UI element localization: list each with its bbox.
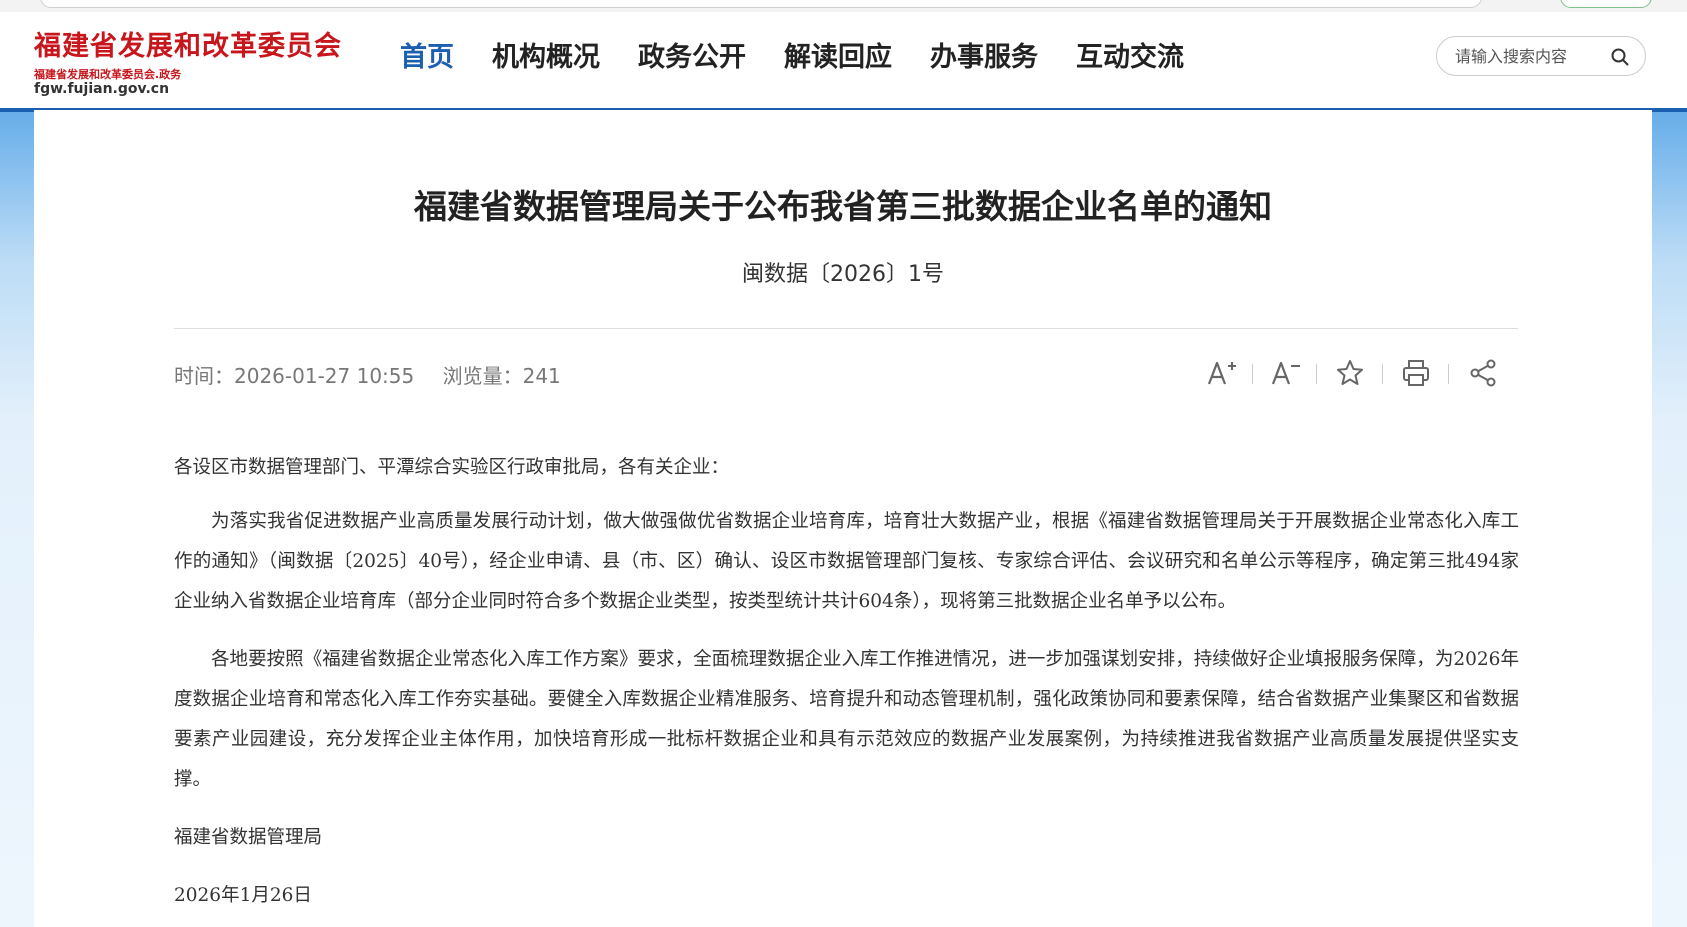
toolbar-separator xyxy=(1382,364,1383,384)
view-count: 浏览量：241 xyxy=(443,364,561,388)
logo-title: 福建省发展和改革委员会 xyxy=(34,31,342,62)
site-header: 福建省发展和改革委员会 福建省发展和改革委员会.政务 fgw.fujian.go… xyxy=(0,12,1687,112)
publish-time: 时间：2026-01-27 10:55 xyxy=(174,364,414,388)
paragraph: 各地要按照《福建省数据企业常态化入库工作方案》要求，全面梳理数据企业入库工作推进… xyxy=(174,649,1519,790)
nav-item-home[interactable]: 首页 xyxy=(400,38,454,78)
title-divider xyxy=(174,328,1518,329)
search-box xyxy=(1436,36,1646,76)
paragraph: 为落实我省促进数据产业高质量发展行动计划，做大做强做优省数据企业培育库，培育壮大… xyxy=(174,511,1519,612)
views-value: 241 xyxy=(522,364,561,388)
article-container: 福建省数据管理局关于公布我省第三批数据企业名单的通知 闽数据〔2026〕1号 时… xyxy=(34,110,1652,927)
browser-bar-remnant xyxy=(40,0,1482,8)
toolbar-separator xyxy=(1252,364,1253,384)
toolbar-separator xyxy=(1448,364,1449,384)
font-increase-icon[interactable] xyxy=(1204,356,1238,390)
article-body: 各设区市数据管理部门、平潭综合实验区行政审批局，各有关企业： 为落实我省促进数据… xyxy=(174,448,1519,927)
nav-item-interpretation[interactable]: 解读回应 xyxy=(784,38,892,78)
browser-button-remnant[interactable] xyxy=(1560,0,1652,8)
top-strip xyxy=(0,0,1687,12)
signature: 福建省数据管理局 xyxy=(174,827,323,848)
time-value: 2026-01-27 10:55 xyxy=(234,364,415,388)
nav-item-services[interactable]: 办事服务 xyxy=(930,38,1038,78)
logo-subtitle: 福建省发展和改革委员会.政务 xyxy=(34,68,182,81)
search-icon[interactable] xyxy=(1609,46,1631,68)
star-icon[interactable] xyxy=(1333,356,1367,390)
time-label: 时间： xyxy=(174,364,234,388)
article-title: 福建省数据管理局关于公布我省第三批数据企业名单的通知 xyxy=(414,187,1272,226)
font-decrease-icon[interactable] xyxy=(1268,356,1302,390)
salutation: 各设区市数据管理部门、平潭综合实验区行政审批局，各有关企业： xyxy=(174,457,730,478)
issue-date: 2026年1月26日 xyxy=(174,885,312,906)
nav-item-gov-affairs[interactable]: 政务公开 xyxy=(638,38,746,78)
print-icon[interactable] xyxy=(1399,356,1433,390)
share-icon[interactable] xyxy=(1466,356,1500,390)
nav-item-about[interactable]: 机构概况 xyxy=(492,38,600,78)
document-number: 闽数据〔2026〕1号 xyxy=(742,262,944,287)
logo-domain: fgw.fujian.gov.cn xyxy=(34,81,170,97)
nav-item-interaction[interactable]: 互动交流 xyxy=(1076,38,1184,78)
page: 福建省发展和改革委员会 福建省发展和改革委员会.政务 fgw.fujian.go… xyxy=(0,0,1687,927)
main-nav: 首页 机构概况 政务公开 解读回应 办事服务 互动交流 xyxy=(400,38,1184,78)
article-toolbar xyxy=(1204,356,1518,390)
toolbar-separator xyxy=(1316,364,1317,384)
article-meta: 时间：2026-01-27 10:55 浏览量：241 xyxy=(174,360,583,389)
views-label: 浏览量： xyxy=(442,364,523,388)
search-input[interactable] xyxy=(1455,45,1605,67)
site-logo[interactable]: 福建省发展和改革委员会 福建省发展和改革委员会.政务 fgw.fujian.go… xyxy=(34,24,364,97)
